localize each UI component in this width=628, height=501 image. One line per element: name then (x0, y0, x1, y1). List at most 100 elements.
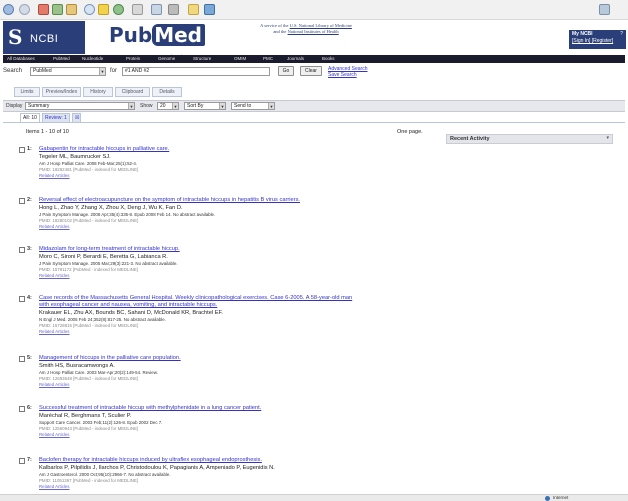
display-format-select[interactable]: Summary ▼ (25, 102, 135, 110)
status-bar: Internet (0, 494, 628, 501)
service-line2: and the (273, 29, 287, 34)
ncbi-logo[interactable]: S NCBI (3, 21, 85, 54)
result-title-line: Case records of the Massachusetts Genera… (39, 295, 353, 301)
nav-pmc[interactable]: PMC (263, 55, 273, 63)
result-title-link[interactable]: Gabapentin for intractable hiccups in pa… (39, 146, 459, 153)
mail-icon[interactable] (132, 4, 143, 15)
database-nav: All Databases PubMed Nucleotide Protein … (3, 55, 625, 63)
recent-activity-title: Recent Activity (450, 136, 490, 142)
result-title-link[interactable]: Midazolam for long-term treatment of int… (39, 246, 459, 253)
pubmed-logo[interactable]: PubMed www.pubmed.gov (109, 23, 206, 59)
print-icon[interactable] (151, 4, 162, 15)
result-checkbox[interactable] (19, 247, 25, 253)
nav-pubmed[interactable]: PubMed (53, 55, 70, 63)
tab-clipboard[interactable]: Clipboard (115, 87, 150, 97)
tab-preview-index[interactable]: Preview/Index (42, 87, 81, 97)
service-line1: A service of the (260, 23, 289, 28)
result-authors: Hong L, Zhao Y, Zhang X, Zhou X, Deng J,… (39, 205, 183, 211)
my-ncbi-help-icon[interactable]: ? (620, 31, 623, 37)
related-articles-link[interactable]: Related Articles (39, 173, 70, 178)
related-articles-link[interactable]: Related Articles (39, 432, 70, 437)
result-title-link[interactable]: Management of hiccups in the palliative … (39, 355, 459, 362)
send-to-value: Send to (234, 103, 252, 109)
nih-link[interactable]: National Institutes of Health (288, 29, 339, 34)
result-title-line: Gabapentin for intractable hiccups in pa… (39, 146, 170, 152)
nav-structure[interactable]: Structure (193, 55, 211, 63)
home-icon[interactable] (66, 4, 77, 15)
result-title-link[interactable]: Baclofen therapy for intractable hiccups… (39, 457, 459, 464)
related-articles-link[interactable]: Related Articles (39, 382, 70, 387)
history-icon[interactable] (113, 4, 124, 15)
result-title-line: with esophageal cancer and nausea, vomit… (39, 302, 218, 308)
nav-nucleotide[interactable]: Nucleotide (82, 55, 103, 63)
related-articles-link[interactable]: Related Articles (39, 484, 70, 489)
result-authors: Moro C, Sironi P, Berardi E, Beretta G, … (39, 254, 168, 260)
result-checkbox[interactable] (19, 458, 25, 464)
chevron-down-icon: ▼ (219, 103, 225, 109)
search-icon[interactable] (84, 4, 95, 15)
result-number: 6: (27, 405, 32, 411)
result-authors: Kalbarlos P, Pilpilidis J, Ilarchos P, C… (39, 465, 275, 471)
tab-limits[interactable]: Limits (14, 87, 40, 97)
globe-icon (545, 496, 550, 501)
result-citation: N Engl J Med. 2005 Feb 24;352(8):817-25.… (39, 317, 166, 322)
filter-tab-review[interactable]: Review: 1 (42, 113, 70, 122)
sort-by-select[interactable]: Sort By ▼ (184, 102, 226, 110)
go-button[interactable]: Go (278, 66, 294, 76)
collapse-icon[interactable]: ▾ (606, 135, 609, 141)
tab-history[interactable]: History (83, 87, 113, 97)
nav-all-databases[interactable]: All Databases (7, 55, 35, 63)
nav-protein[interactable]: Protein (126, 55, 140, 63)
result-authors: Maréchal R, Berghmans T, Sculier P. (39, 413, 132, 419)
related-articles-link[interactable]: Related Articles (39, 273, 70, 278)
result-title-line: Successful treatment of intractable hicc… (39, 405, 262, 411)
folder-icon[interactable] (188, 4, 199, 15)
result-title-link[interactable]: Successful treatment of intractable hicc… (39, 405, 459, 412)
result-citation: J Pain Symptom Manage. 2005 Mar;29(3):22… (39, 261, 178, 266)
result-title-link[interactable]: Reversal effect of electroacupuncture on… (39, 197, 459, 204)
show-label: Show (140, 103, 153, 109)
pubmed-logo-pub: Pub (109, 23, 153, 47)
favorites-star-icon[interactable] (98, 4, 109, 15)
nav-genome[interactable]: Genome (158, 55, 175, 63)
back-icon[interactable] (3, 4, 14, 15)
chevron-down-icon: ▼ (268, 103, 274, 109)
nlm-link[interactable]: U.S. National Library of Medicine (290, 23, 352, 28)
result-citation: J Pain Symptom Manage. 2008 Apr;35(4):33… (39, 212, 216, 217)
related-articles-link[interactable]: Related Articles (39, 329, 70, 334)
related-articles-link[interactable]: Related Articles (39, 224, 70, 229)
service-note: A service of the U.S. National Library o… (256, 23, 356, 35)
database-select[interactable]: PubMed ▼ (30, 67, 106, 76)
browser-toolbar (0, 0, 628, 20)
send-to-select[interactable]: Send to ▼ (231, 102, 275, 110)
nav-books[interactable]: Books (322, 55, 335, 63)
chevron-down-icon: ▼ (128, 103, 134, 109)
menu-icon[interactable] (599, 4, 610, 15)
nav-omim[interactable]: OMIM (234, 55, 246, 63)
result-checkbox[interactable] (19, 406, 25, 412)
search-query-value: #1 AND #2 (125, 68, 150, 74)
filter-settings-icon[interactable]: ☒ (72, 113, 81, 122)
forward-icon[interactable] (19, 4, 30, 15)
search-query-input[interactable]: #1 AND #2 (122, 67, 270, 76)
sign-in-register-link[interactable]: [Sign In] [Register] (572, 38, 613, 44)
stop-icon[interactable] (38, 4, 49, 15)
result-citation: Am J Gastroenterol. 2000 Oct;95(10):2966… (39, 472, 171, 477)
show-count-select[interactable]: 20 ▼ (157, 102, 179, 110)
result-checkbox[interactable] (19, 356, 25, 362)
tab-details[interactable]: Details (152, 87, 182, 97)
messenger-icon[interactable] (204, 4, 215, 15)
divider (3, 122, 625, 123)
filter-tab-all[interactable]: All: 10 (20, 113, 40, 122)
edit-icon[interactable] (168, 4, 179, 15)
result-title-line: Baclofen therapy for intractable hiccups… (39, 457, 262, 463)
result-checkbox[interactable] (19, 296, 25, 302)
nav-journals[interactable]: Journals (287, 55, 304, 63)
result-checkbox[interactable] (19, 198, 25, 204)
refresh-icon[interactable] (52, 4, 63, 15)
result-title-link[interactable]: Case records of the Massachusetts Genera… (39, 295, 459, 309)
clear-button[interactable]: Clear (300, 66, 322, 76)
result-checkbox[interactable] (19, 147, 25, 153)
save-search-link[interactable]: Save Search (328, 72, 357, 78)
result-title-line: Reversal effect of electroacupuncture on… (39, 197, 301, 203)
